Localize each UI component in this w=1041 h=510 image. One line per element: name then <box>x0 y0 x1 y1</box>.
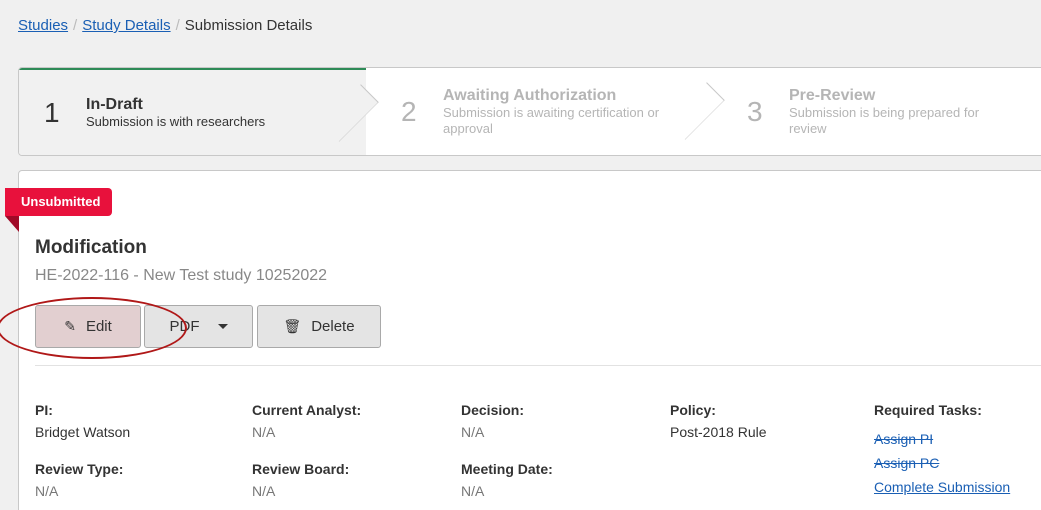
policy-value: Post-2018 Rule <box>670 424 767 440</box>
step-title: In-Draft <box>86 95 143 113</box>
review-board-value: N/A <box>252 483 276 499</box>
breadcrumb-separator: / <box>73 17 78 34</box>
step-in-draft: 1 In-Draft Submission is with researcher… <box>19 68 379 155</box>
step-description: Submission is awaiting certification or … <box>443 104 660 136</box>
step-title: Awaiting Authorization <box>443 86 617 104</box>
pi-label: PI: <box>35 402 53 418</box>
review-type-label: Review Type: <box>35 461 124 477</box>
meeting-date-field: Meeting Date: N/A <box>461 461 553 499</box>
breadcrumb-study-details-link[interactable]: Study Details <box>82 17 170 34</box>
step-number: 1 <box>44 96 60 128</box>
task-assign-pc-link[interactable]: Assign PC <box>874 455 1010 471</box>
current-analyst-label: Current Analyst: <box>252 402 362 418</box>
breadcrumb-separator: / <box>175 17 180 34</box>
step-pre-review: 3 Pre-Review Submission is being prepare… <box>712 68 1041 155</box>
submission-type: Modification <box>35 237 147 258</box>
submission-subtitle: HE-2022-116 - New Test study 10252022 <box>35 267 328 284</box>
pencil-icon: ✎ <box>64 318 76 334</box>
step-description: Submission is with researchers <box>86 113 266 129</box>
status-badge: Unsubmitted <box>5 188 113 216</box>
edit-button[interactable]: ✎ Edit <box>35 305 141 348</box>
step-number: 3 <box>747 95 763 127</box>
workflow-steps: 1 In-Draft Submission is with researcher… <box>18 67 1041 156</box>
pi-field: PI: Bridget Watson <box>35 402 130 440</box>
meeting-date-value: N/A <box>461 483 485 499</box>
pdf-label: PDF <box>169 318 200 335</box>
pdf-dropdown-button[interactable]: PDF <box>144 305 253 348</box>
delete-button[interactable]: 🗑 Delete <box>257 305 381 348</box>
review-type-field: Review Type: N/A <box>35 461 123 499</box>
step-description: Submission is being prepared for review <box>789 104 980 136</box>
caret-down-icon <box>217 324 228 329</box>
divider <box>35 365 1041 366</box>
policy-label: Policy: <box>670 402 716 418</box>
ribbon-fold <box>5 216 19 232</box>
decision-label: Decision: <box>461 402 525 418</box>
current-analyst-value: N/A <box>252 424 276 440</box>
task-assign-pi-link[interactable]: Assign PI <box>874 431 1010 447</box>
required-tasks: Required Tasks: Assign PI Assign PC Comp… <box>874 402 1010 495</box>
step-number: 2 <box>401 95 417 127</box>
review-type-value: N/A <box>35 483 59 499</box>
delete-label: Delete <box>311 318 355 335</box>
review-board-label: Review Board: <box>252 461 350 477</box>
breadcrumb-current: Submission Details <box>184 17 313 34</box>
current-analyst-field: Current Analyst: N/A <box>252 402 361 440</box>
decision-field: Decision: N/A <box>461 402 524 440</box>
submission-card: Unsubmitted Modification HE-2022-116 - N… <box>0 170 1041 510</box>
trash-icon: 🗑 <box>283 318 302 334</box>
required-tasks-label: Required Tasks: <box>874 402 982 418</box>
task-complete-submission-link[interactable]: Complete Submission <box>874 479 1010 495</box>
edit-label: Edit <box>85 318 112 335</box>
breadcrumb-studies-link[interactable]: Studies <box>18 17 68 34</box>
pi-value: Bridget Watson <box>35 424 131 440</box>
breadcrumb: Studies / Study Details / Submission Details <box>18 17 312 34</box>
step-title: Pre-Review <box>789 86 876 104</box>
step-awaiting-authorization: 2 Awaiting Authorization Submission is a… <box>366 68 725 155</box>
meeting-date-label: Meeting Date: <box>461 461 553 477</box>
policy-field: Policy: Post-2018 Rule <box>670 402 767 440</box>
decision-value: N/A <box>461 424 485 440</box>
review-board-field: Review Board: N/A <box>252 461 349 499</box>
